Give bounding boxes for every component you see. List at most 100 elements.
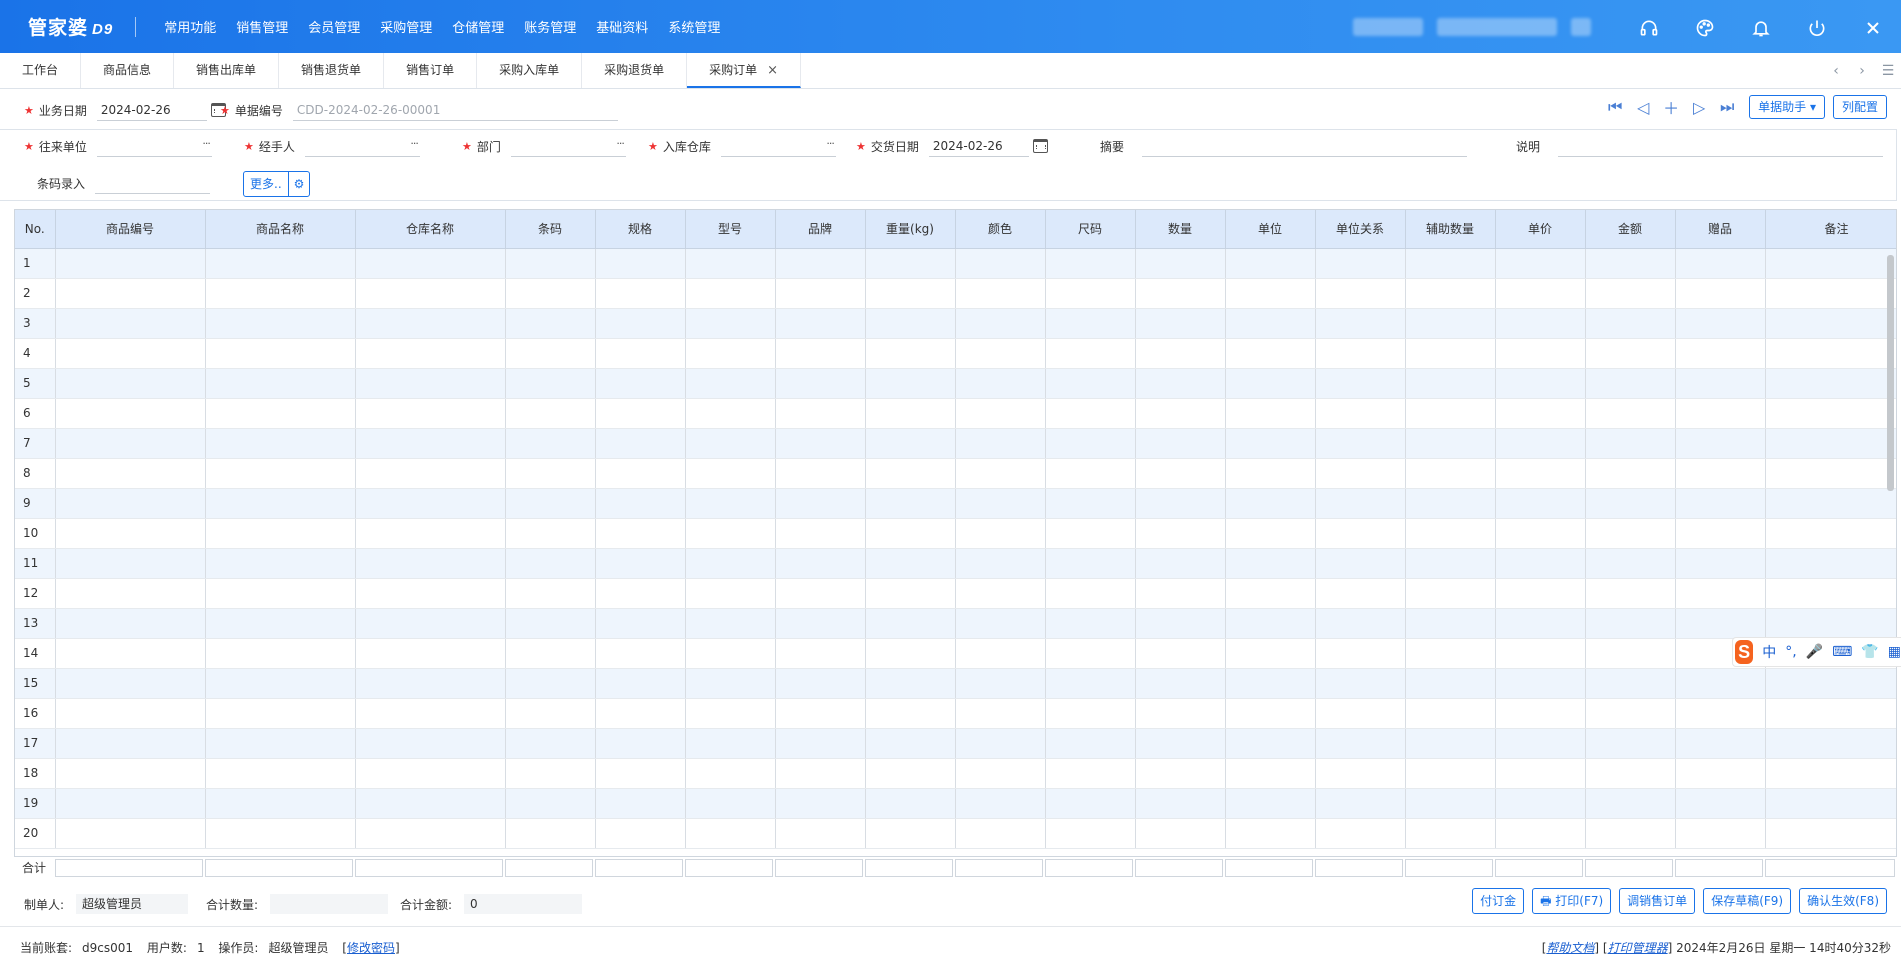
grid-cell[interactable] xyxy=(1225,518,1316,549)
grid-cell[interactable] xyxy=(55,698,206,729)
col-header[interactable]: 备注 xyxy=(1765,210,1896,249)
grid-cell[interactable] xyxy=(1585,398,1676,429)
grid-cell[interactable] xyxy=(55,278,206,309)
grid-cell[interactable] xyxy=(205,368,356,399)
grid-cell[interactable] xyxy=(1135,758,1226,789)
grid-cell[interactable] xyxy=(775,728,866,759)
grid-cell[interactable] xyxy=(355,518,506,549)
grid-cell[interactable] xyxy=(775,398,866,429)
grid-cell[interactable] xyxy=(955,638,1046,669)
grid-cell[interactable] xyxy=(1225,818,1316,849)
grid-cell[interactable] xyxy=(1585,668,1676,699)
confirm-button[interactable]: 确认生效(F8) xyxy=(1799,888,1887,914)
grid-cell[interactable] xyxy=(1045,548,1136,579)
close-icon[interactable] xyxy=(1845,15,1901,39)
grid-cell[interactable] xyxy=(1495,608,1586,639)
grid-cell[interactable] xyxy=(685,698,776,729)
grid-cell[interactable] xyxy=(1225,248,1316,279)
grid-cell[interactable] xyxy=(1135,608,1226,639)
grid-cell[interactable] xyxy=(685,308,776,339)
grid-cell[interactable] xyxy=(1135,428,1226,459)
grid-cell[interactable] xyxy=(1405,488,1496,519)
grid-cell[interactable] xyxy=(1045,758,1136,789)
grid-cell[interactable] xyxy=(1315,638,1406,669)
grid-cell[interactable] xyxy=(355,668,506,699)
nav-members[interactable]: 会员管理 xyxy=(298,17,370,36)
app-logo[interactable]: 管家婆 D9 xyxy=(28,13,113,40)
grid-cell[interactable] xyxy=(955,608,1046,639)
calendar-icon[interactable] xyxy=(1032,139,1048,153)
grid-cell[interactable] xyxy=(1765,278,1896,309)
grid-cell[interactable] xyxy=(205,428,356,459)
grid-cell[interactable] xyxy=(1585,608,1676,639)
grid-cell[interactable] xyxy=(505,308,596,339)
grid-cell[interactable] xyxy=(955,548,1046,579)
grid-cell[interactable] xyxy=(1405,638,1496,669)
grid-cell[interactable] xyxy=(1315,248,1406,279)
grid-cell[interactable] xyxy=(355,488,506,519)
grid-cell[interactable] xyxy=(1495,788,1586,819)
grid-cell[interactable] xyxy=(1225,428,1316,459)
grid-cell[interactable] xyxy=(595,458,686,489)
grid-cell[interactable] xyxy=(685,398,776,429)
grid-cell[interactable] xyxy=(955,398,1046,429)
grid-cell[interactable] xyxy=(55,368,206,399)
grid-cell[interactable] xyxy=(355,608,506,639)
grid-cell[interactable] xyxy=(205,818,356,849)
grid-cell[interactable] xyxy=(355,398,506,429)
grid-cell[interactable] xyxy=(775,518,866,549)
grid-cell[interactable] xyxy=(205,308,356,339)
grid-cell[interactable] xyxy=(1675,428,1766,459)
grid-cell[interactable] xyxy=(1765,788,1896,819)
grid-cell[interactable] xyxy=(865,578,956,609)
grid-cell[interactable] xyxy=(1675,368,1766,399)
grid-cell[interactable] xyxy=(1405,428,1496,459)
grid-cell[interactable] xyxy=(865,788,956,819)
grid-cell[interactable] xyxy=(685,518,776,549)
vertical-scrollbar[interactable] xyxy=(1887,255,1894,491)
grid-cell[interactable] xyxy=(1135,398,1226,429)
grid-cell[interactable] xyxy=(1495,578,1586,609)
grid-cell[interactable] xyxy=(595,818,686,849)
grid-cell[interactable] xyxy=(955,698,1046,729)
grid-cell[interactable] xyxy=(1495,818,1586,849)
grid-cell[interactable] xyxy=(595,578,686,609)
grid-cell[interactable] xyxy=(1495,488,1586,519)
doc-helper-button[interactable]: 单据助手 ▾ xyxy=(1749,95,1825,119)
grid-cell[interactable] xyxy=(1765,308,1896,339)
grid-cell[interactable] xyxy=(865,338,956,369)
grid-cell[interactable] xyxy=(55,338,206,369)
grid-cell[interactable] xyxy=(355,818,506,849)
add-record-icon[interactable]: ＋ xyxy=(1657,95,1685,119)
grid-cell[interactable] xyxy=(505,638,596,669)
table-row[interactable]: 10 xyxy=(15,518,1896,549)
grid-cell[interactable] xyxy=(1225,698,1316,729)
grid-cell[interactable] xyxy=(775,308,866,339)
first-record-icon[interactable]: ⏮ xyxy=(1601,97,1629,117)
grid-cell[interactable] xyxy=(595,518,686,549)
col-header[interactable]: 辅助数量 xyxy=(1405,210,1496,249)
grid-cell[interactable] xyxy=(865,488,956,519)
grid-cell[interactable] xyxy=(595,368,686,399)
grid-cell[interactable] xyxy=(1765,248,1896,279)
grid-cell[interactable] xyxy=(1585,518,1676,549)
grid-cell[interactable] xyxy=(1765,338,1896,369)
grid-cell[interactable] xyxy=(1675,398,1766,429)
table-row[interactable]: 3 xyxy=(15,308,1896,339)
grid-cell[interactable] xyxy=(1495,698,1586,729)
grid-cell[interactable] xyxy=(1135,698,1226,729)
grid-cell[interactable] xyxy=(1135,818,1226,849)
grid-cell[interactable] xyxy=(355,698,506,729)
grid-cell[interactable] xyxy=(865,398,956,429)
grid-cell[interactable] xyxy=(1135,278,1226,309)
grid-cell[interactable] xyxy=(1585,548,1676,579)
grid-cell[interactable] xyxy=(955,458,1046,489)
grid-cell[interactable] xyxy=(1225,368,1316,399)
grid-cell[interactable] xyxy=(955,308,1046,339)
grid-cell[interactable] xyxy=(1585,428,1676,459)
tab-sales-return[interactable]: 销售退货单 xyxy=(279,53,385,88)
grid-cell[interactable] xyxy=(865,758,956,789)
grid-cell[interactable] xyxy=(355,578,506,609)
col-header[interactable]: 型号 xyxy=(685,210,776,249)
grid-cell[interactable] xyxy=(1585,488,1676,519)
